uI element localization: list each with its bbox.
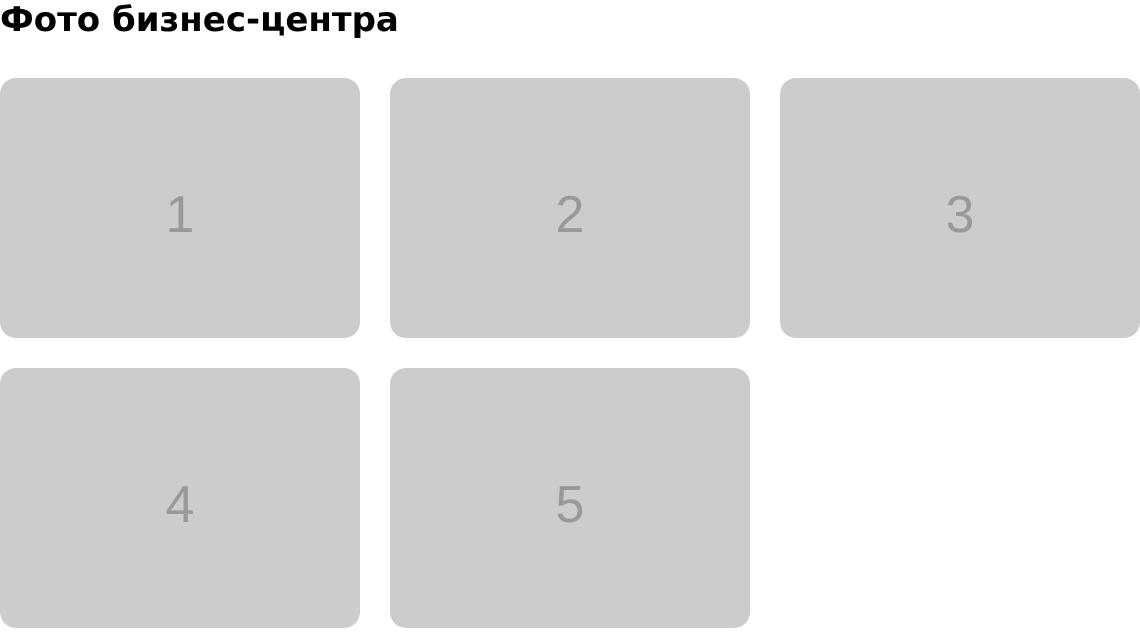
photo-number: 3	[945, 186, 975, 244]
page-title: Фото бизнес-центра	[0, 0, 399, 40]
photo-tile-3[interactable]: 3	[780, 78, 1140, 338]
photo-number: 2	[555, 186, 585, 244]
photo-gallery: 1 2 3 4 5	[0, 78, 1140, 628]
photo-tile-1[interactable]: 1	[0, 78, 360, 338]
photo-number: 5	[555, 476, 585, 534]
photo-tile-2[interactable]: 2	[390, 78, 750, 338]
photo-tile-4[interactable]: 4	[0, 368, 360, 628]
photo-number: 4	[165, 476, 195, 534]
photo-tile-5[interactable]: 5	[390, 368, 750, 628]
photo-number: 1	[165, 186, 195, 244]
